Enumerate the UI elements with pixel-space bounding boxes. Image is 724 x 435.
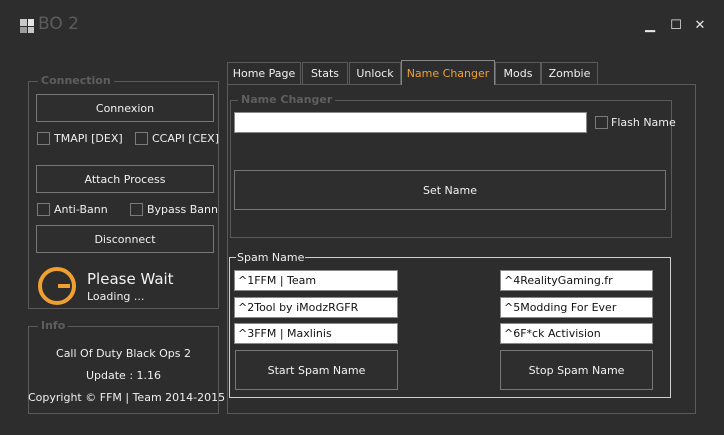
app-icon bbox=[20, 19, 34, 33]
attach-process-button[interactable]: Attach Process bbox=[36, 165, 214, 193]
info-update: Update : 1.16 bbox=[85, 369, 162, 382]
title-bar bbox=[0, 0, 724, 50]
spam-title: Spam Name bbox=[236, 251, 306, 264]
maximize-button[interactable]: ☐ bbox=[664, 16, 688, 36]
tab-home-page[interactable]: Home Page bbox=[227, 62, 301, 84]
connection-title: Connection bbox=[38, 74, 114, 87]
spam-input-4[interactable]: ^4RealityGaming.fr bbox=[500, 270, 653, 291]
tab-mods[interactable]: Mods bbox=[495, 62, 541, 84]
close-button[interactable]: ✕ bbox=[688, 16, 712, 36]
spam-input-1[interactable]: ^1FFM | Team bbox=[234, 270, 398, 291]
connect-button[interactable]: Connexion bbox=[36, 94, 214, 122]
tab-name-changer[interactable]: Name Changer bbox=[401, 60, 495, 85]
stop-spam-button[interactable]: Stop Spam Name bbox=[500, 350, 653, 390]
info-title: Info bbox=[38, 319, 69, 332]
minimize-button[interactable]: ▁ bbox=[638, 16, 662, 36]
info-copyright: Copyright © FFM | Team 2014-2015 bbox=[28, 391, 226, 404]
bypass-label: Bypass Bann bbox=[147, 203, 218, 216]
flash-name-checkbox[interactable] bbox=[595, 116, 608, 129]
antiban-label: Anti-Bann bbox=[54, 203, 108, 216]
spam-input-3[interactable]: ^3FFM | Maxlinis bbox=[234, 323, 398, 344]
disconnect-button[interactable]: Disconnect bbox=[36, 225, 214, 253]
loading-spinner-icon bbox=[36, 265, 78, 307]
tab-stats[interactable]: Stats bbox=[302, 62, 348, 84]
spam-input-6[interactable]: ^6F*ck Activision bbox=[500, 323, 653, 344]
set-name-button[interactable]: Set Name bbox=[234, 170, 666, 210]
start-spam-button[interactable]: Start Spam Name bbox=[235, 350, 398, 390]
spam-input-2[interactable]: ^2Tool by iModzRGFR bbox=[234, 297, 398, 318]
ccapi-label: CCAPI [CEX] bbox=[152, 132, 220, 145]
name-input[interactable] bbox=[234, 112, 587, 133]
status-subtitle: Loading ... bbox=[87, 290, 145, 303]
ccapi-checkbox[interactable] bbox=[135, 132, 148, 145]
tmapi-label: TMAPI [DEX] bbox=[54, 132, 123, 145]
info-game: Call Of Duty Black Ops 2 bbox=[56, 347, 191, 360]
flash-name-label: Flash Name bbox=[611, 116, 676, 129]
spam-input-5[interactable]: ^5Modding For Ever bbox=[500, 297, 653, 318]
antiban-checkbox[interactable] bbox=[37, 203, 50, 216]
tmapi-checkbox[interactable] bbox=[37, 132, 50, 145]
status-title: Please Wait bbox=[87, 270, 174, 288]
bypass-checkbox[interactable] bbox=[130, 203, 143, 216]
tab-unlock[interactable]: Unlock bbox=[349, 62, 401, 84]
name-changer-title: Name Changer bbox=[238, 93, 336, 106]
tab-zombie[interactable]: Zombie bbox=[541, 62, 598, 84]
window-title: BO 2 bbox=[38, 14, 79, 34]
